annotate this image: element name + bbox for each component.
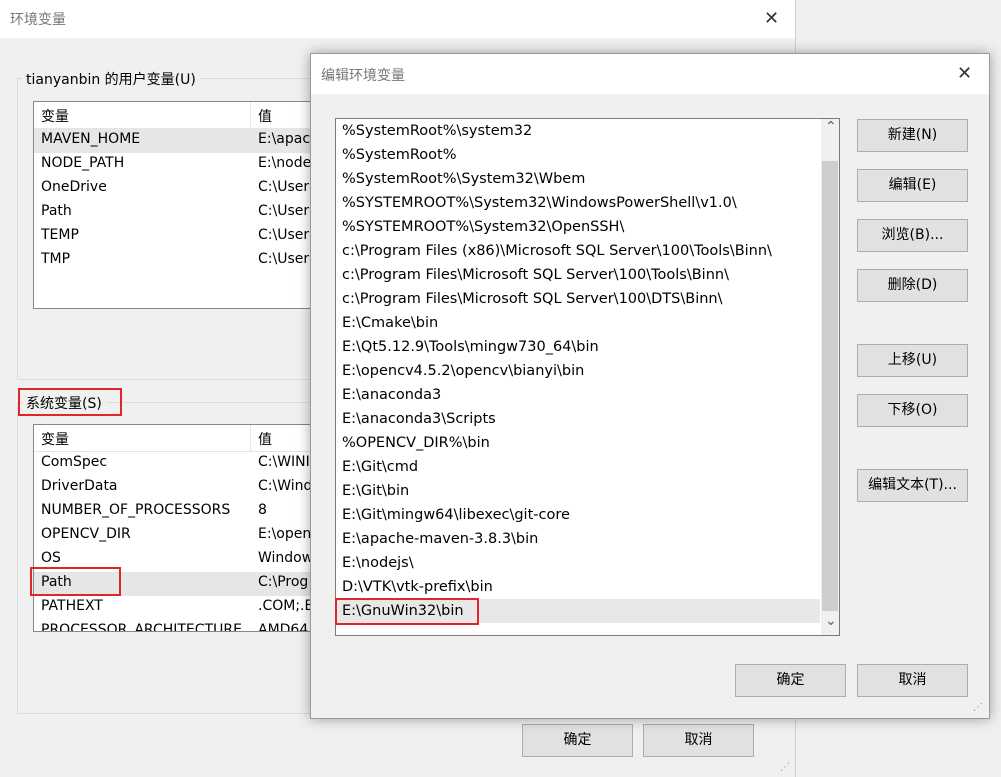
column-header-value[interactable]: 值 (258, 106, 272, 126)
system-vars-header: 变量 值 (34, 425, 334, 452)
edit-button[interactable]: 编辑(E) (857, 169, 968, 202)
list-item[interactable]: E:\Git\bin (336, 479, 820, 503)
row-value: C:\User (258, 251, 310, 267)
env-vars-title: 环境变量 (10, 12, 66, 28)
list-item[interactable]: c:\Program Files\Microsoft SQL Server\10… (336, 263, 820, 287)
table-row[interactable]: TEMP C:\User (34, 225, 334, 249)
row-name: TMP (41, 251, 71, 267)
user-vars-header: 变量 值 (34, 102, 334, 129)
close-icon[interactable]: ✕ (764, 8, 779, 29)
list-item[interactable]: %SYSTEMROOT%\System32\OpenSSH\ (336, 215, 820, 239)
row-name: OS (41, 550, 61, 566)
column-header-variable[interactable]: 变量 (41, 429, 69, 449)
row-name: MAVEN_HOME (41, 131, 141, 147)
user-vars-label: tianyanbin 的用户变量(U) (22, 69, 200, 89)
list-item[interactable]: E:\Git\cmd (336, 455, 820, 479)
row-name: ComSpec (41, 454, 108, 470)
table-row[interactable]: PATHEXT .COM;.E (34, 596, 334, 620)
table-row[interactable]: DriverData C:\Wind (34, 476, 334, 500)
table-row[interactable]: NODE_PATH E:\node (34, 153, 334, 177)
table-row[interactable]: Path C:\User (34, 201, 334, 225)
list-item[interactable]: %SystemRoot% (336, 143, 820, 167)
list-item[interactable]: %OPENCV_DIR%\bin (336, 431, 820, 455)
move-down-button[interactable]: 下移(O) (857, 394, 968, 427)
table-row[interactable]: NUMBER_OF_PROCESSORS 8 (34, 500, 334, 524)
system-vars-label: 系统变量(S) (22, 393, 106, 413)
table-row[interactable]: ComSpec C:\WINI (34, 452, 334, 476)
column-header-value[interactable]: 值 (258, 429, 272, 449)
table-row[interactable]: OPENCV_DIR E:\open (34, 524, 334, 548)
table-row[interactable]: OneDrive C:\User (34, 177, 334, 201)
resize-grip-icon[interactable]: ⋰ (780, 762, 790, 773)
row-value: C:\User (258, 179, 310, 195)
list-item[interactable]: D:\VTK\vtk-prefix\bin (336, 575, 820, 599)
path-list[interactable]: %SystemRoot%\system32 %SystemRoot% %Syst… (335, 118, 840, 636)
list-item[interactable]: %SystemRoot%\system32 (336, 119, 820, 143)
list-item[interactable]: c:\Program Files\Microsoft SQL Server\10… (336, 287, 820, 311)
ok-button[interactable]: 确定 (735, 664, 846, 697)
new-button[interactable]: 新建(N) (857, 119, 968, 152)
scrollbar-thumb[interactable] (822, 161, 838, 611)
row-value: E:\open (258, 526, 312, 542)
row-value: C:\User (258, 227, 310, 243)
system-vars-list[interactable]: 变量 值 ComSpec C:\WINI DriverData C:\Wind … (33, 424, 335, 632)
path-items: %SystemRoot%\system32 %SystemRoot% %Syst… (336, 119, 820, 623)
table-row[interactable]: MAVEN_HOME E:\apac (34, 129, 334, 153)
edit-env-titlebar: 编辑环境变量 ✕ (311, 54, 989, 94)
row-name: OneDrive (41, 179, 107, 195)
list-item[interactable]: E:\Git\mingw64\libexec\git-core (336, 503, 820, 527)
list-item[interactable]: E:\anaconda3\Scripts (336, 407, 820, 431)
env-cancel-button[interactable]: 取消 (643, 724, 754, 757)
row-name: PROCESSOR_ARCHITECTURE (41, 622, 242, 632)
row-name: DriverData (41, 478, 118, 494)
edit-text-button[interactable]: 编辑文本(T)... (857, 469, 968, 502)
row-value: C:\User (258, 203, 310, 219)
row-value: AMD64 (258, 622, 309, 632)
user-vars-list[interactable]: 变量 值 MAVEN_HOME E:\apac NODE_PATH E:\nod… (33, 101, 335, 309)
row-value: E:\apac (258, 131, 311, 147)
column-header-variable[interactable]: 变量 (41, 106, 69, 126)
edit-env-title: 编辑环境变量 (321, 68, 405, 84)
row-name: OPENCV_DIR (41, 526, 131, 542)
list-item[interactable]: E:\Qt5.12.9\Tools\mingw730_64\bin (336, 335, 820, 359)
row-name: Path (41, 203, 72, 219)
cancel-button[interactable]: 取消 (857, 664, 968, 697)
row-value: E:\node (258, 155, 312, 171)
table-row[interactable]: PROCESSOR_ARCHITECTURE AMD64 (34, 620, 334, 632)
list-item[interactable]: E:\anaconda3 (336, 383, 820, 407)
table-row[interactable]: TMP C:\User (34, 249, 334, 273)
row-name: NUMBER_OF_PROCESSORS (41, 502, 231, 518)
row-value: C:\Wind (258, 478, 313, 494)
vertical-scrollbar[interactable]: ⌃ ⌄ (821, 119, 839, 635)
list-item[interactable]: E:\opencv4.5.2\opencv\bianyi\bin (336, 359, 820, 383)
list-item[interactable]: %SystemRoot%\System32\Wbem (336, 167, 820, 191)
resize-grip-icon[interactable]: ⋰ (973, 702, 983, 713)
browse-button[interactable]: 浏览(B)... (857, 219, 968, 252)
list-item[interactable]: E:\Cmake\bin (336, 311, 820, 335)
row-name: NODE_PATH (41, 155, 125, 171)
env-ok-button[interactable]: 确定 (522, 724, 633, 757)
list-item[interactable]: E:\apache-maven-3.8.3\bin (336, 527, 820, 551)
list-item[interactable]: E:\nodejs\ (336, 551, 820, 575)
list-item[interactable]: %SYSTEMROOT%\System32\WindowsPowerShell\… (336, 191, 820, 215)
row-value: C:\Prog (258, 574, 309, 590)
env-vars-titlebar: 环境变量 ✕ (0, 0, 795, 38)
gnuwin32-highlight (335, 598, 479, 625)
list-item[interactable]: c:\Program Files (x86)\Microsoft SQL Ser… (336, 239, 820, 263)
row-value: .COM;.E (258, 598, 314, 614)
move-up-button[interactable]: 上移(U) (857, 344, 968, 377)
close-icon[interactable]: ✕ (957, 63, 972, 84)
row-value: C:\WINI (258, 454, 310, 470)
row-name: TEMP (41, 227, 79, 243)
row-name: PATHEXT (41, 598, 103, 614)
row-value: Window (258, 550, 314, 566)
edit-env-dialog: 编辑环境变量 ✕ %SystemRoot%\system32 %SystemRo… (310, 53, 990, 719)
row-value: 8 (258, 502, 267, 518)
scroll-down-icon[interactable]: ⌄ (825, 613, 837, 629)
path-row-highlight (30, 567, 121, 596)
scroll-up-icon[interactable]: ⌃ (825, 119, 837, 135)
delete-button[interactable]: 删除(D) (857, 269, 968, 302)
